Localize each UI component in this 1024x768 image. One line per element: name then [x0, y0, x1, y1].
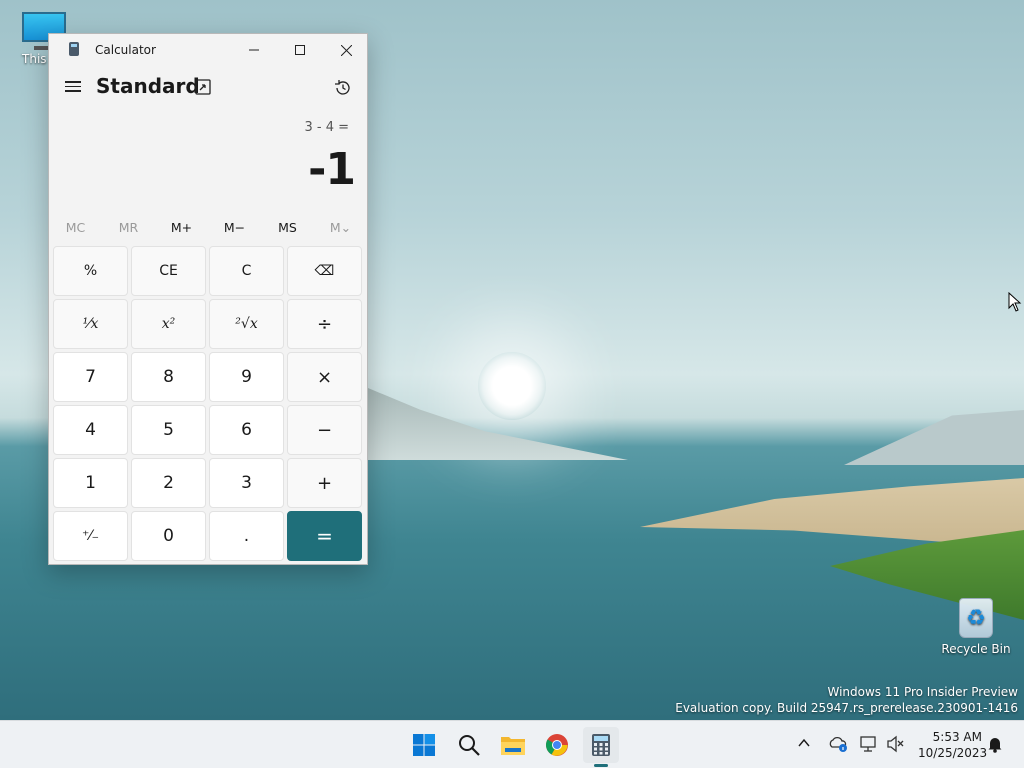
desktop-icon-recycle-bin[interactable]: ♻ Recycle Bin — [940, 598, 1012, 656]
calculator-icon — [592, 734, 610, 756]
calculator-header: Standard — [49, 66, 367, 114]
clock-date: 10/25/2023 — [918, 746, 988, 760]
clock[interactable]: 5:53 AM 10/25/2023 — [918, 729, 988, 761]
digit-2-button[interactable]: 2 — [131, 458, 206, 508]
plus-button[interactable]: + — [287, 458, 362, 508]
title-bar[interactable]: Calculator — [49, 34, 367, 66]
search-button[interactable] — [451, 727, 487, 763]
clock-time: 5:53 AM — [932, 730, 982, 744]
calculator-app-icon — [67, 42, 83, 58]
keep-on-top-icon — [195, 79, 211, 95]
negate-button[interactable]: ⁺⁄₋ — [53, 511, 128, 561]
mode-title: Standard — [96, 74, 200, 98]
sun — [478, 352, 546, 420]
evaluation-watermark: Windows 11 Pro Insider Preview Evaluatio… — [675, 685, 1018, 715]
window-title: Calculator — [95, 43, 156, 57]
digit-4-button[interactable]: 4 — [53, 405, 128, 455]
folder-icon — [501, 737, 525, 755]
show-hidden-icons-button[interactable] — [796, 735, 816, 755]
network-tray-button[interactable] — [859, 735, 879, 755]
reciprocal-button[interactable]: ¹⁄x — [53, 299, 128, 349]
cloud-info-icon — [829, 736, 847, 752]
memory-add-button[interactable]: M+ — [155, 216, 208, 240]
chevron-up-icon — [798, 738, 810, 747]
decimal-button[interactable]: . — [209, 511, 284, 561]
digit-6-button[interactable]: 6 — [209, 405, 284, 455]
sandbar — [640, 478, 1024, 548]
calculator-window[interactable]: Calculator Standard 3 - 4 = -1 MC MR M+ … — [48, 33, 368, 565]
backspace-button[interactable]: ⌫ — [287, 246, 362, 296]
memory-bar: MC MR M+ M− MS M⌄ — [49, 216, 367, 240]
maximize-button[interactable] — [277, 34, 323, 66]
minus-button[interactable]: − — [287, 405, 362, 455]
desktop-icon-label: Recycle Bin — [941, 642, 1011, 656]
digit-3-button[interactable]: 3 — [209, 458, 284, 508]
equals-button[interactable]: = — [287, 511, 362, 561]
bell-icon — [988, 738, 1002, 753]
digit-0-button[interactable]: 0 — [131, 511, 206, 561]
chrome-icon — [546, 734, 568, 756]
display-icon — [860, 736, 876, 752]
memory-recall-button[interactable]: MR — [102, 216, 155, 240]
keep-on-top-button[interactable] — [194, 78, 214, 98]
digit-9-button[interactable]: 9 — [209, 352, 284, 402]
divide-button[interactable]: ÷ — [287, 299, 362, 349]
maximize-icon — [295, 45, 305, 55]
active-app-indicator — [594, 764, 608, 767]
digit-5-button[interactable]: 5 — [131, 405, 206, 455]
memory-clear-button[interactable]: MC — [49, 216, 102, 240]
multiply-button[interactable]: × — [287, 352, 362, 402]
minimize-icon — [249, 49, 259, 51]
notifications-button[interactable] — [987, 735, 1007, 755]
minimize-button[interactable] — [231, 34, 277, 66]
speaker-muted-icon — [887, 735, 904, 753]
memory-subtract-button[interactable]: M− — [208, 216, 261, 240]
search-icon — [459, 735, 480, 756]
result-display: -1 — [308, 144, 356, 195]
close-button[interactable] — [323, 34, 369, 66]
memory-store-button[interactable]: MS — [261, 216, 314, 240]
expression-display: 3 - 4 = — [304, 120, 349, 135]
calculator-taskbar-button[interactable] — [583, 727, 619, 767]
square-root-button[interactable]: ²√x — [209, 299, 284, 349]
start-button[interactable] — [406, 727, 442, 763]
file-explorer-button[interactable] — [495, 727, 531, 763]
clear-button[interactable]: C — [209, 246, 284, 296]
history-button[interactable] — [333, 78, 355, 100]
digit-7-button[interactable]: 7 — [53, 352, 128, 402]
history-icon — [335, 80, 350, 95]
memory-list-button[interactable]: M⌄ — [314, 216, 367, 240]
recycle-bin-icon: ♻ — [959, 598, 993, 638]
chrome-button[interactable] — [539, 727, 575, 763]
taskbar: 5:53 AM 10/25/2023 — [0, 720, 1024, 768]
percent-button[interactable]: % — [53, 246, 128, 296]
clear-entry-button[interactable]: CE — [131, 246, 206, 296]
digit-1-button[interactable]: 1 — [53, 458, 128, 508]
onedrive-tray-button[interactable] — [828, 735, 848, 755]
close-icon — [340, 44, 352, 56]
navigation-menu-button[interactable] — [63, 78, 83, 98]
hill — [844, 410, 1024, 465]
windows-start-icon — [413, 734, 435, 756]
digit-8-button[interactable]: 8 — [131, 352, 206, 402]
volume-tray-button[interactable] — [886, 735, 906, 755]
keypad: % CE C ⌫ ¹⁄x x² ²√x ÷ 7 8 9 × 4 5 6 − 1 … — [53, 246, 365, 561]
square-button[interactable]: x² — [131, 299, 206, 349]
